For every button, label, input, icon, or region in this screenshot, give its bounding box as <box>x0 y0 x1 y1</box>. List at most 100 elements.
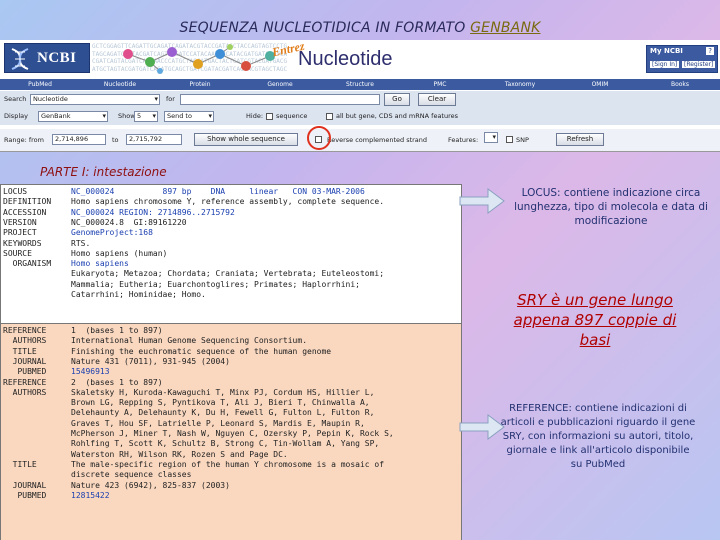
register-link[interactable]: [Register] <box>682 61 716 68</box>
tab-genome[interactable]: Genome <box>240 79 320 90</box>
for-label: for <box>166 95 175 103</box>
record-line: DEFINITION Homo sapiens chromosome Y, ref… <box>3 197 384 207</box>
ncbi-screenshot: NCBI GCTCGGAGTTCAGATTGCAGATCAGATACGTACCG… <box>0 39 720 152</box>
record-header-section: LOCUS NC_000024 897 bp DNA linear CON 03-… <box>0 184 462 324</box>
record-field-value: 1 (bases 1 to 897) <box>71 326 163 335</box>
record-line: Waterston RH, Wilson RK, Rozen S and Pag… <box>3 450 288 460</box>
ncbi-logo-text: NCBI <box>37 50 77 66</box>
record-field-value: Delehaunty A, Delehaunty K, Du H, Fewell… <box>71 408 375 418</box>
ncbi-logo[interactable]: NCBI <box>4 43 90 73</box>
record-field-value[interactable]: NC_000024 REGION: 2714896..2715792 <box>71 208 235 217</box>
display-label: Display <box>4 112 28 120</box>
hide-label: Hide: <box>246 112 264 120</box>
help-icon[interactable]: ? <box>706 47 714 55</box>
range-from-input[interactable]: 2,714,896 <box>52 134 106 145</box>
record-line: ACCESSION NC_000024 REGION: 2714896..2715… <box>3 208 235 218</box>
features-label: Features: <box>448 136 479 144</box>
record-field-key: LOCUS <box>3 187 28 196</box>
record-field-key: JOURNAL <box>3 480 47 490</box>
tab-pubmed[interactable]: PubMed <box>0 79 80 90</box>
show-count-select[interactable]: 5 <box>134 111 158 122</box>
slide-title: SEQUENZA NUCLEOTIDICA IN FORMATO GENBANK <box>0 20 720 36</box>
record-line: SOURCE Homo sapiens (human) <box>3 249 167 259</box>
genbank-record: LOCUS NC_000024 897 bp DNA linear CON 03-… <box>0 184 462 540</box>
reference-callout: REFERENCE: contiene indicazioni di artic… <box>500 403 696 470</box>
tab-nucleotide[interactable]: Nucleotide <box>80 79 160 90</box>
record-field-key: REFERENCE <box>3 326 47 335</box>
sry-callout: SRY è un gene lungo appena 897 coppie di… <box>513 291 677 349</box>
range-from-label: Range: from <box>4 136 44 144</box>
record-line: Catarrhini; Hominidae; Homo. <box>3 290 206 300</box>
record-reference-section: REFERENCE 1 (bases 1 to 897) AUTHORS Inter… <box>0 324 462 540</box>
show-whole-sequence-button[interactable]: Show whole sequence <box>194 133 298 146</box>
record-line: discrete sequence classes <box>3 470 191 480</box>
range-to-input[interactable]: 2,715,792 <box>126 134 182 145</box>
display-select[interactable]: GenBank <box>38 111 108 122</box>
reverse-complement-label: Reverse complemented strand <box>327 136 428 144</box>
record-field-key: AUTHORS <box>3 387 47 397</box>
tab-omim[interactable]: OMIM <box>560 79 640 90</box>
record-field-key: REFERENCE <box>3 377 47 387</box>
record-line: Brown LG, Repping S, Pyntikova T, Ali J,… <box>3 398 370 408</box>
slide-title-text: SEQUENZA NUCLEOTIDICA IN FORMATO <box>179 20 471 36</box>
record-line: Mammalia; Eutheria; Euarchontoglires; Pr… <box>3 280 360 290</box>
tab-pmc[interactable]: PMC <box>400 79 480 90</box>
send-to-select[interactable]: Send to <box>164 111 214 122</box>
record-field-key: SOURCE <box>3 248 32 258</box>
record-field-value[interactable]: NC_000024 897 bp DNA linear CON 03-MAR-2… <box>71 187 365 196</box>
tab-books[interactable]: Books <box>640 79 720 90</box>
record-field-value[interactable]: 15496913 <box>71 367 110 376</box>
helix-icon <box>11 48 29 70</box>
part-label: PARTE I: intestazione <box>40 165 167 179</box>
record-field-value: RTS. <box>71 238 91 248</box>
record-field-value: Homo sapiens chromosome Y, reference ass… <box>71 197 385 207</box>
database-select[interactable]: Nucleotide <box>30 94 160 105</box>
clear-button[interactable]: Clear <box>418 93 456 106</box>
features-select[interactable] <box>484 132 498 143</box>
tab-structure[interactable]: Structure <box>320 79 400 90</box>
tab-protein[interactable]: Protein <box>160 79 240 90</box>
record-line: ORGANISM Homo sapiens <box>3 259 129 269</box>
hide-sequence-label: sequence <box>276 112 308 120</box>
record-line: TITLE The male-specific region of the hum… <box>3 460 384 470</box>
record-line: VERSION NC_000024.8 GI:89161220 <box>3 218 187 228</box>
record-field-value: 2 (bases 1 to 897) <box>71 377 163 387</box>
record-field-key: TITLE <box>3 346 37 356</box>
hide-sequence-checkbox[interactable] <box>266 113 273 120</box>
record-line: JOURNAL Nature 423 (6942), 825-837 (2003) <box>3 481 230 491</box>
molecule-graphic <box>123 44 275 74</box>
sign-in-link[interactable]: [Sign In] <box>650 61 680 68</box>
record-field-value[interactable]: Homo sapiens <box>71 259 129 268</box>
record-line: AUTHORS Skaletsky H, Kuroda-Kawaguchi T, … <box>3 387 375 398</box>
tab-taxonomy[interactable]: Taxonomy <box>480 79 560 90</box>
my-ncbi-label[interactable]: My NCBI <box>650 47 683 55</box>
record-field-value: The male-specific region of the human Y … <box>71 459 385 469</box>
arrow-reference <box>459 414 505 440</box>
record-field-value: Skaletsky H, Kuroda-Kawaguchi T, Minx PJ… <box>71 387 375 397</box>
record-line: TITLE Finishing the euchromatic sequence … <box>3 347 331 357</box>
record-field-value[interactable]: GenomeProject:168 <box>71 228 153 237</box>
record-line: AUTHORS International Human Genome Sequen… <box>3 336 307 346</box>
snp-checkbox[interactable] <box>506 136 513 143</box>
record-field-value[interactable]: 12815422 <box>71 491 110 500</box>
arrow-locus <box>459 188 505 214</box>
highlight-circle <box>307 126 331 150</box>
search-row: Search Nucleotide for Go Clear <box>0 91 720 108</box>
record-line: PROJECT GenomeProject:168 <box>3 228 153 238</box>
search-input[interactable] <box>180 94 380 105</box>
record-field-value: discrete sequence classes <box>71 470 192 480</box>
record-line: REFERENCE 1 (bases 1 to 897) <box>3 326 163 336</box>
record-line: JOURNAL Nature 431 (7011), 931-945 (2004) <box>3 357 230 367</box>
record-field-value: Eukaryota; Metazoa; Chordata; Craniata; … <box>71 269 385 279</box>
locus-callout: LOCUS: contiene indicazione circa lunghe… <box>514 187 708 227</box>
record-field-value: International Human Genome Sequencing Co… <box>71 336 308 346</box>
record-line: PUBMED 12815422 <box>3 491 110 501</box>
database-name: Nucleotide <box>298 48 393 70</box>
record-line: Eukaryota; Metazoa; Chordata; Craniata; … <box>3 269 384 279</box>
refresh-button[interactable]: Refresh <box>556 133 604 146</box>
go-button[interactable]: Go <box>384 93 410 106</box>
record-line: KEYWORDS RTS. <box>3 239 90 249</box>
hide-features-checkbox[interactable] <box>326 113 333 120</box>
record-line: McPherson J, Miner T, Nash W, Nguyen C, … <box>3 429 394 439</box>
record-line: LOCUS NC_000024 897 bp DNA linear CON 03-… <box>3 187 365 197</box>
